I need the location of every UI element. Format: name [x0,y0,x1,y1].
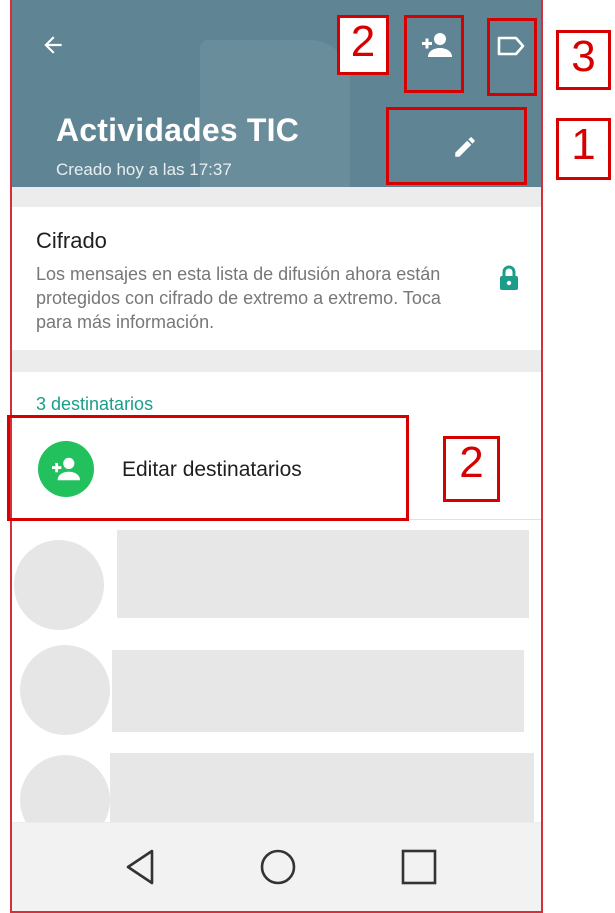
highlight-label-icon [487,18,537,96]
section-gap [12,187,541,207]
annotation-number-2-middle: 2 [443,436,500,502]
page: Actividades TIC Creado hoy a las 17:37 C… [0,0,615,913]
contact-avatar [20,645,110,735]
list-title: Actividades TIC [56,112,300,148]
annotation-number-1: 1 [556,118,611,180]
nav-back-icon[interactable] [116,843,164,891]
annotation-number-2-top: 2 [337,15,389,75]
redacted-contact-name [110,753,534,833]
back-arrow-icon[interactable] [40,32,66,58]
redacted-contact-name [112,650,524,732]
annotation-number-3: 3 [556,30,611,90]
list-created-subtitle: Creado hoy a las 17:37 [56,160,232,179]
nav-recents-icon[interactable] [395,843,443,891]
section-gap [12,350,541,372]
contact-avatar [14,540,104,630]
highlight-edit-icon [386,107,527,185]
recipients-count: 3 destinatarios [36,394,154,414]
encryption-description: Los mensajes en esta lista de difusión a… [36,264,441,332]
system-nav-bar [12,823,541,911]
redacted-contact-name [117,530,529,618]
highlight-add-recipient-icon [404,15,464,93]
encryption-title: Cifrado [36,228,107,253]
nav-home-icon[interactable] [254,843,302,891]
highlight-edit-recipients [7,415,409,521]
lock-icon [500,265,518,290]
